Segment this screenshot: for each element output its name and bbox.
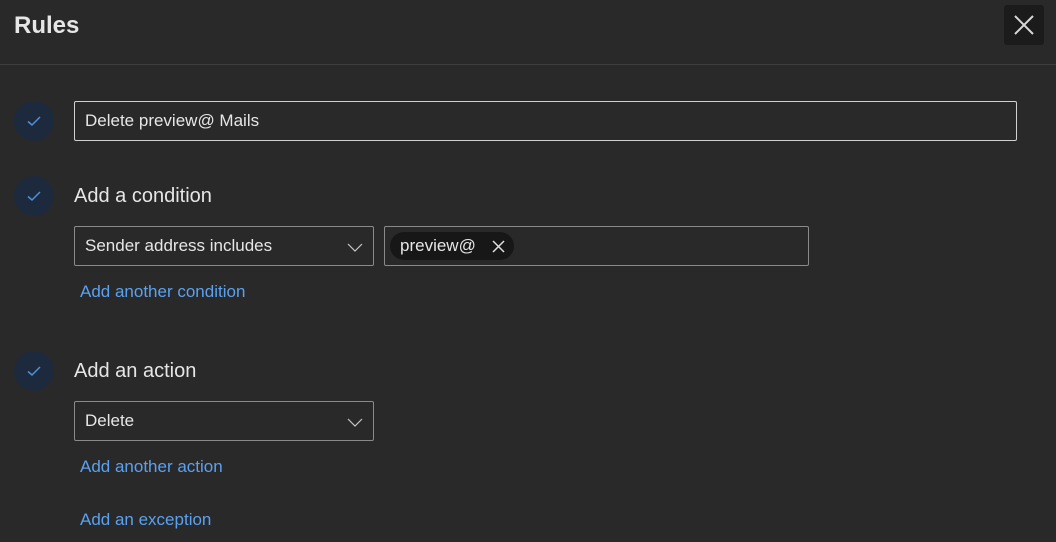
add-another-condition-link[interactable]: Add another condition [80,282,245,302]
condition-heading: Add a condition [74,185,212,207]
condition-value-field[interactable]: preview@ [384,226,809,266]
remove-chip-button[interactable] [492,239,506,253]
action-selected-value: Delete [85,411,135,430]
checkmark-icon [27,366,41,377]
action-heading: Add an action [74,360,197,382]
action-dropdown[interactable]: Delete [74,401,374,441]
close-button[interactable] [1004,5,1044,45]
step-complete-indicator [14,351,54,391]
condition-selected-value: Sender address includes [85,236,273,255]
add-another-action-link[interactable]: Add another action [80,457,223,477]
value-chip: preview@ [390,232,514,260]
dialog-header: Rules [0,0,1056,65]
close-icon [1014,15,1034,35]
chevron-down-icon [347,418,363,427]
checkmark-icon [27,191,41,202]
dialog-title: Rules [14,12,80,39]
condition-dropdown[interactable]: Sender address includes [74,226,374,266]
dismiss-icon [492,239,505,253]
step-complete-indicator [14,176,54,216]
chip-label: preview@ [400,236,476,255]
add-exception-link[interactable]: Add an exception [80,510,211,530]
step-complete-indicator [14,101,54,141]
chevron-down-icon [347,243,363,252]
checkmark-icon [27,116,41,127]
rule-name-input[interactable] [74,101,1017,141]
